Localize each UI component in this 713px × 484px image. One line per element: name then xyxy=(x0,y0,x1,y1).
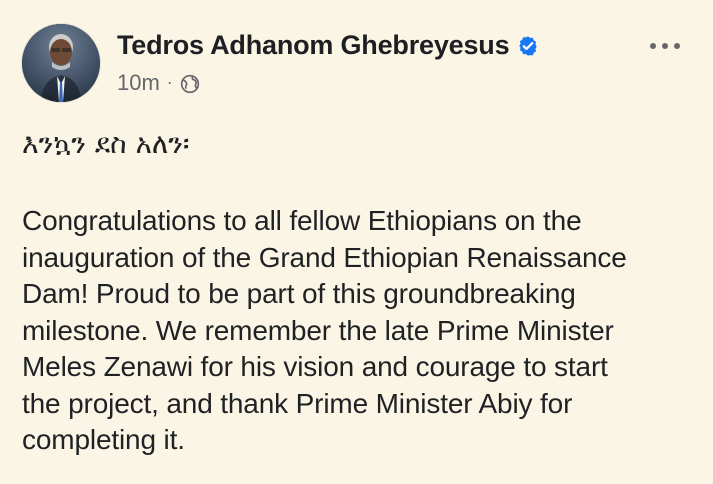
post-header: Tedros Adhanom Ghebreyesus 10m · xyxy=(22,24,692,104)
post-content: እንኳን ደስ አለን፡ Congratulations to all fell… xyxy=(22,124,692,459)
post-meta: 10m · xyxy=(117,70,200,96)
author-avatar[interactable] xyxy=(22,24,100,102)
facebook-post: Tedros Adhanom Ghebreyesus 10m · እንኳን ደስ… xyxy=(0,0,713,484)
globe-icon[interactable] xyxy=(180,74,200,94)
author-row: Tedros Adhanom Ghebreyesus xyxy=(117,30,539,61)
amharic-greeting: እንኳን ደስ አለን፡ xyxy=(22,127,190,160)
author-name[interactable]: Tedros Adhanom Ghebreyesus xyxy=(117,30,510,61)
more-options-icon[interactable] xyxy=(646,36,684,56)
meta-separator: · xyxy=(166,71,173,92)
post-time[interactable]: 10m xyxy=(117,70,160,96)
post-body: Congratulations to all fellow Ethiopians… xyxy=(22,205,627,455)
verified-badge-icon xyxy=(517,35,539,57)
